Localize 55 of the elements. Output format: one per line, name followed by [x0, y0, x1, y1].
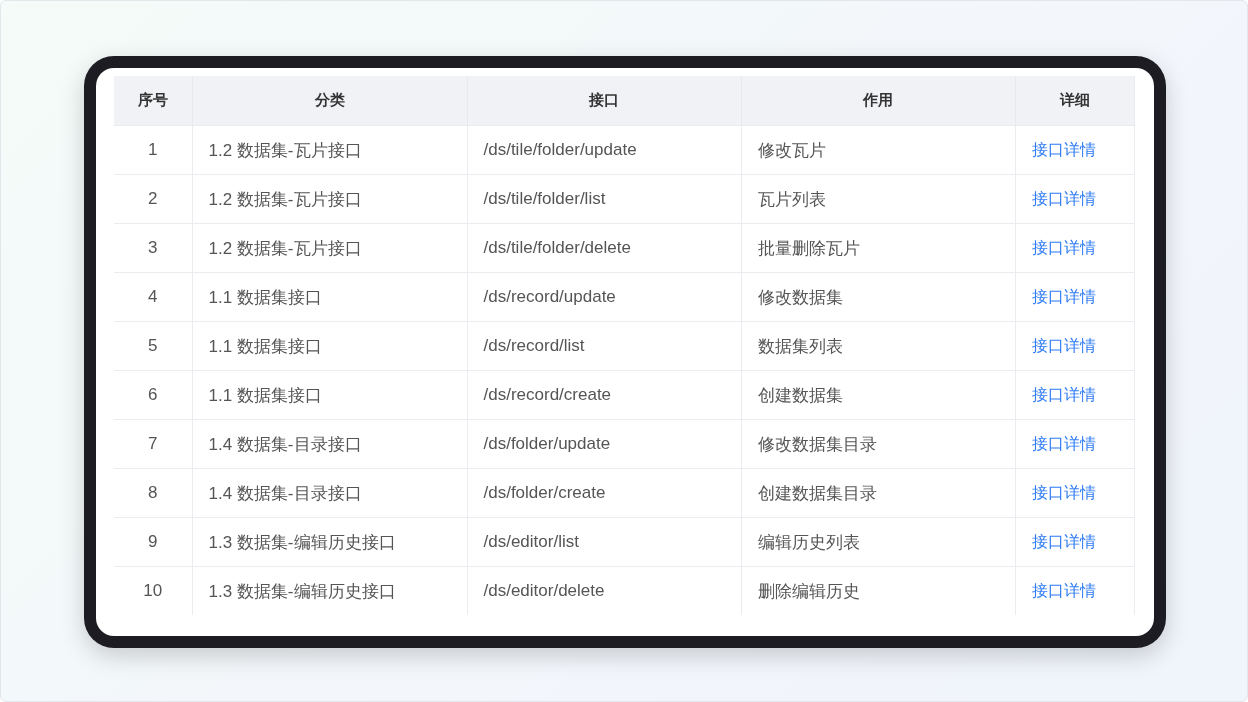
table-cell: 修改数据集目录 [741, 419, 1015, 469]
table-cell: 2 [114, 174, 192, 224]
table-cell: 1 [114, 125, 192, 175]
table-cell: 1.1 数据集接口 [192, 272, 467, 322]
table-cell: 1.2 数据集-瓦片接口 [192, 174, 467, 224]
table-cell: 1.1 数据集接口 [192, 370, 467, 420]
table-cell: 9 [114, 517, 192, 567]
table-cell: 10 [114, 566, 192, 615]
column-header: 分类 [192, 76, 467, 126]
table-cell: 1.1 数据集接口 [192, 321, 467, 371]
detail-link[interactable]: 接口详情 [1031, 483, 1096, 501]
table-cell: 5 [114, 321, 192, 371]
detail-link[interactable]: 接口详情 [1031, 287, 1096, 305]
table-cell: 修改瓦片 [741, 125, 1015, 175]
detail-link[interactable]: 接口详情 [1031, 385, 1096, 403]
table-cell: 1.2 数据集-瓦片接口 [192, 125, 467, 175]
table-cell: 1.3 数据集-编辑历史接口 [192, 566, 467, 615]
table-cell: 3 [114, 223, 192, 273]
table-cell: /ds/tile/folder/update [467, 125, 741, 175]
detail-link[interactable]: 接口详情 [1031, 532, 1096, 550]
table-cell: 瓦片列表 [741, 174, 1015, 224]
detail-link[interactable]: 接口详情 [1031, 336, 1096, 354]
table-cell: /ds/tile/folder/list [467, 174, 741, 224]
table-cell: 数据集列表 [741, 321, 1015, 371]
column-header: 详细 [1015, 76, 1134, 126]
detail-link[interactable]: 接口详情 [1031, 238, 1096, 256]
table-cell: /ds/editor/delete [467, 566, 741, 615]
detail-link[interactable]: 接口详情 [1031, 189, 1096, 207]
table-cell: /ds/folder/create [467, 468, 741, 518]
table-cell: 7 [114, 419, 192, 469]
table-cell: 编辑历史列表 [741, 517, 1015, 567]
table-cell: 删除编辑历史 [741, 566, 1015, 615]
table-cell: 修改数据集 [741, 272, 1015, 322]
table-cell: 1.3 数据集-编辑历史接口 [192, 517, 467, 567]
table-cell: /ds/tile/folder/delete [467, 223, 741, 273]
column-header: 接口 [467, 76, 741, 126]
table-cell: /ds/editor/list [467, 517, 741, 567]
table-cell: /ds/folder/update [467, 419, 741, 469]
table-cell: 6 [114, 370, 192, 420]
table-cell: 创建数据集目录 [741, 468, 1015, 518]
detail-link[interactable]: 接口详情 [1031, 434, 1096, 452]
table-cell: /ds/record/list [467, 321, 741, 371]
table-cell: 8 [114, 468, 192, 518]
table-cell: /ds/record/update [467, 272, 741, 322]
detail-link[interactable]: 接口详情 [1031, 581, 1096, 599]
column-header: 序号 [114, 76, 192, 126]
table-cell: 1.2 数据集-瓦片接口 [192, 223, 467, 273]
detail-link[interactable]: 接口详情 [1031, 140, 1096, 158]
table-cell: 4 [114, 272, 192, 322]
table-cell: 批量删除瓦片 [741, 223, 1015, 273]
table-cell: /ds/record/create [467, 370, 741, 420]
table-cell: 1.4 数据集-目录接口 [192, 419, 467, 469]
column-header: 作用 [741, 76, 1015, 126]
table-cell: 1.4 数据集-目录接口 [192, 468, 467, 518]
table-cell: 创建数据集 [741, 370, 1015, 420]
